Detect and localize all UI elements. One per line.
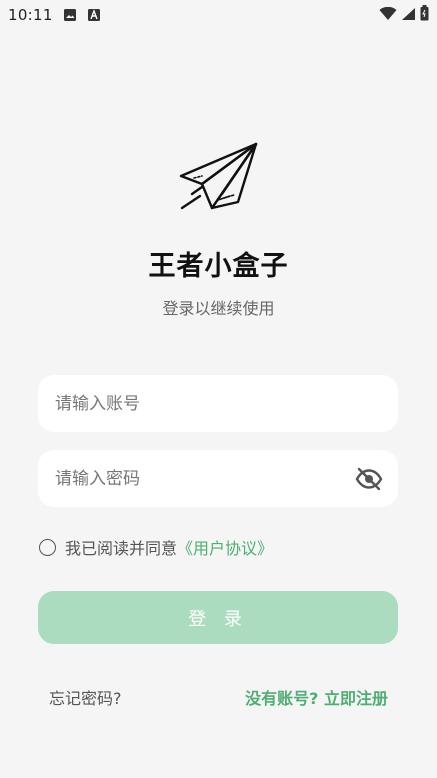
- wifi-icon: [379, 6, 397, 25]
- text-icon: [87, 8, 101, 22]
- battery-icon: [420, 5, 429, 25]
- paper-plane-icon: [178, 142, 260, 214]
- status-time: 10:11: [8, 6, 53, 24]
- image-icon: [63, 8, 77, 22]
- agreement-text: 我已阅读并同意: [65, 539, 178, 558]
- login-button[interactable]: 登 录: [38, 591, 398, 644]
- user-agreement-link[interactable]: 《用户协议》: [177, 539, 273, 558]
- account-input[interactable]: [53, 392, 384, 415]
- status-left: 10:11: [8, 6, 101, 24]
- status-bar: 10:11: [0, 0, 437, 30]
- app-title: 王者小盒子: [148, 251, 289, 282]
- register-link[interactable]: 没有账号? 立即注册: [245, 685, 388, 709]
- status-right: [379, 5, 429, 25]
- account-field: [38, 375, 398, 432]
- app-subtitle: 登录以继续使用: [162, 299, 275, 318]
- password-input[interactable]: [53, 467, 354, 490]
- forgot-password-link[interactable]: 忘记密码?: [49, 685, 122, 709]
- eye-off-icon[interactable]: [354, 464, 384, 494]
- agreement-row: 我已阅读并同意《用户协议》: [39, 535, 273, 559]
- password-field: [38, 450, 398, 507]
- signal-icon: [401, 6, 416, 25]
- agreement-checkbox[interactable]: [39, 538, 56, 556]
